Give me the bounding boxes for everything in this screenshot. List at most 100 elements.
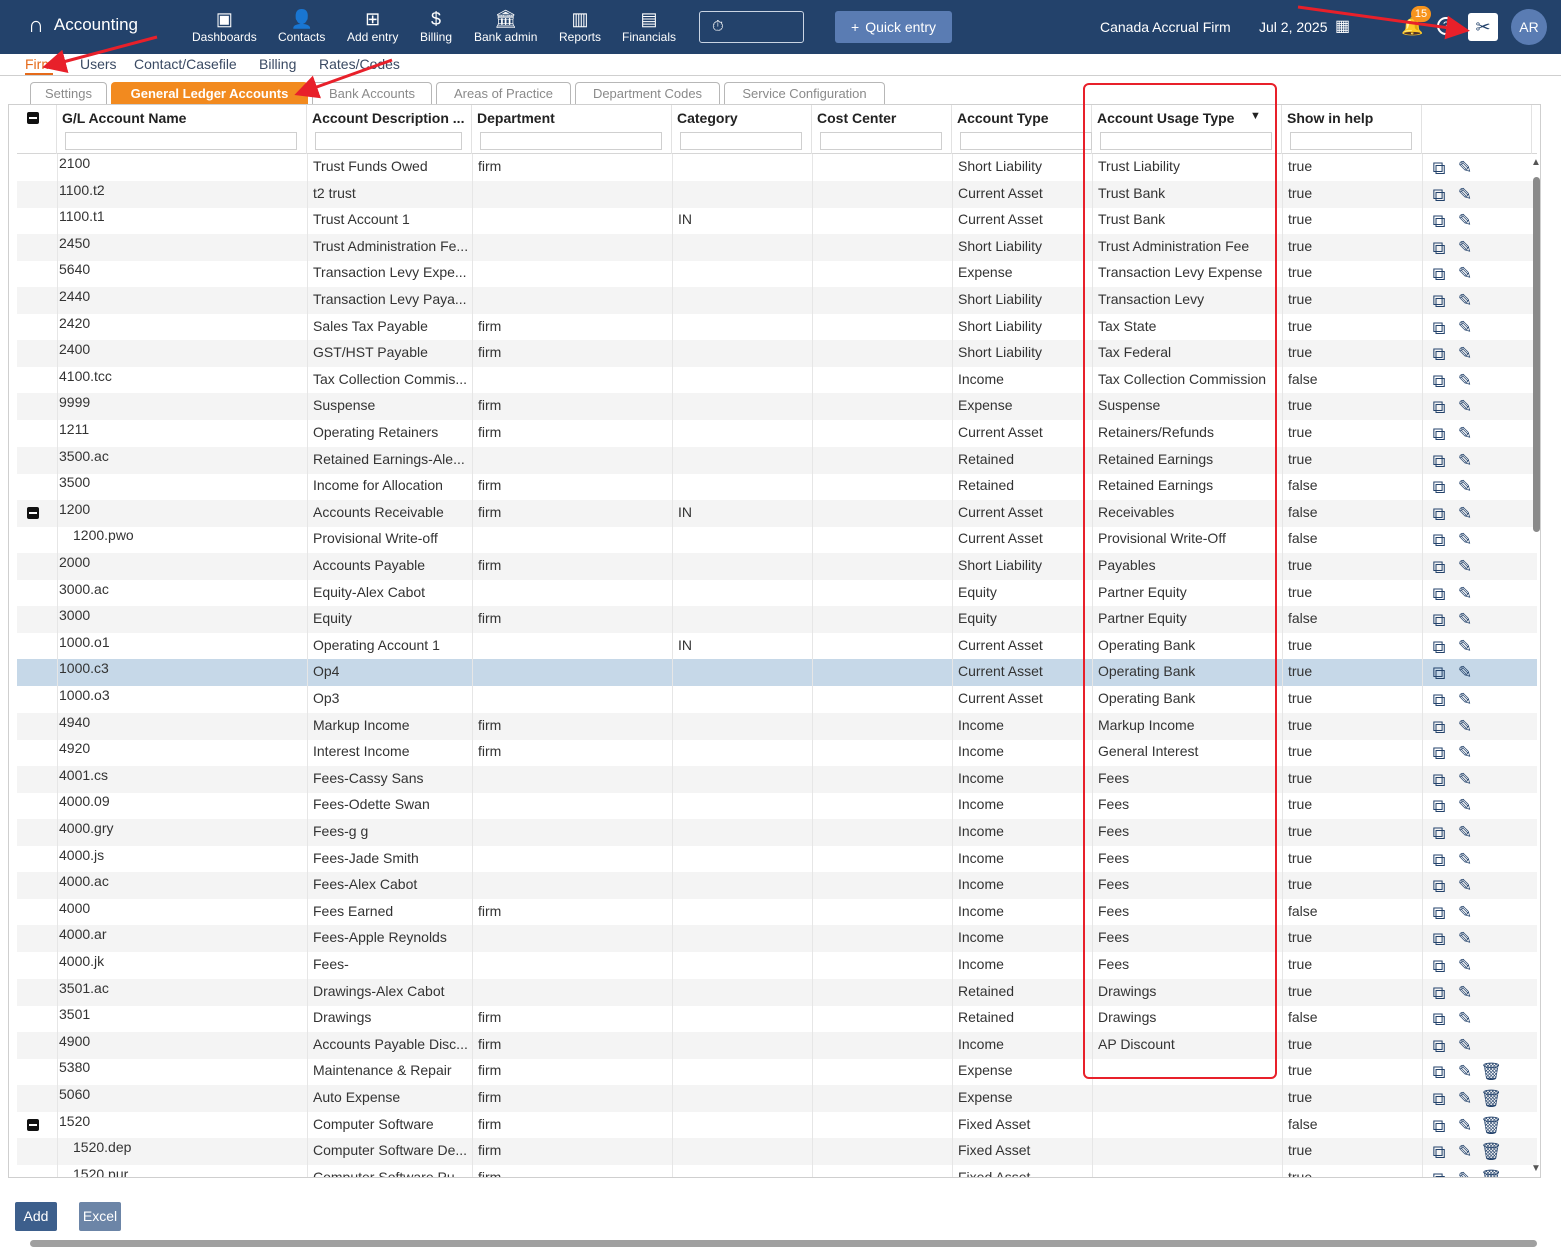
scroll-down-icon[interactable]: ▼ xyxy=(1531,1163,1541,1174)
duplicate-icon[interactable]: ⧉ xyxy=(1428,849,1450,871)
table-row[interactable]: 1520.dep Computer Software De... firm Fixed… xyxy=(17,1138,1537,1166)
col-account-usage-type[interactable]: Account Usage Type ▼ xyxy=(1092,105,1282,154)
table-row[interactable]: 4000.gry Fees-g g Income Fees true ⧉ ✎ xyxy=(17,819,1537,846)
delete-icon[interactable]: 🗑 xyxy=(1480,1088,1502,1110)
duplicate-icon[interactable]: ⧉ xyxy=(1428,237,1450,259)
duplicate-icon[interactable]: ⧉ xyxy=(1428,955,1450,977)
duplicate-icon[interactable]: ⧉ xyxy=(1428,343,1450,365)
duplicate-icon[interactable]: ⧉ xyxy=(1428,1035,1450,1057)
tab-service-configuration[interactable]: Service Configuration xyxy=(724,82,885,104)
filter-gl-account-name[interactable] xyxy=(65,132,297,150)
duplicate-icon[interactable]: ⧉ xyxy=(1428,875,1450,897)
table-row[interactable]: 1520.pur Computer Software Pu... firm Fixed… xyxy=(17,1164,1537,1177)
duplicate-icon[interactable]: ⧉ xyxy=(1428,184,1450,206)
duplicate-icon[interactable]: ⧉ xyxy=(1428,716,1450,738)
table-row[interactable]: 4900 Accounts Payable Disc... firm Income AP… xyxy=(17,1031,1537,1059)
table-row[interactable]: 2450 Trust Administration Fe... Short Liab… xyxy=(17,233,1537,261)
excel-button[interactable]: Excel xyxy=(79,1202,121,1231)
table-row[interactable]: 5380 Maintenance & Repair firm Expense true ⧉… xyxy=(17,1058,1537,1086)
tab-settings[interactable]: Settings xyxy=(30,82,107,104)
edit-icon[interactable]: ✎ xyxy=(1454,317,1476,339)
nav-financials[interactable]: ▤ Financials xyxy=(622,8,676,44)
edit-icon[interactable]: ✎ xyxy=(1454,1088,1476,1110)
tab-department-codes[interactable]: Department Codes xyxy=(575,82,720,104)
table-row[interactable]: 1000.c3 Op4 Current Asset Operating Bank tru… xyxy=(17,659,1537,687)
table-row[interactable]: 3501.ac Drawings-Alex Cabot Retained Drawin… xyxy=(17,978,1537,1006)
table-row[interactable]: 5060 Auto Expense firm Expense true ⧉ ✎ 🗑 xyxy=(17,1085,1537,1112)
table-row[interactable]: 9999 Suspense firm Expense Suspense true ⧉ ✎ xyxy=(17,393,1537,421)
col-gl-account-name[interactable]: G/L Account Name xyxy=(57,105,307,154)
duplicate-icon[interactable]: ⧉ xyxy=(1428,902,1450,924)
table-row[interactable]: 1100.t1 Trust Account 1 IN Current Asset Tru… xyxy=(17,207,1537,235)
table-row[interactable]: 4100.tcc Tax Collection Commis... Income Ta… xyxy=(17,366,1537,394)
duplicate-icon[interactable]: ⧉ xyxy=(1428,742,1450,764)
duplicate-icon[interactable]: ⧉ xyxy=(1428,263,1450,285)
current-date[interactable]: Jul 2, 2025 xyxy=(1259,19,1328,35)
collapse-all-icon[interactable] xyxy=(27,112,39,124)
table-row[interactable]: 2100 Trust Funds Owed firm Short Liability T… xyxy=(17,154,1537,181)
duplicate-icon[interactable]: ⧉ xyxy=(1428,210,1450,232)
table-row[interactable]: 4940 Markup Income firm Income Markup Income… xyxy=(17,712,1537,740)
duplicate-icon[interactable]: ⧉ xyxy=(1428,689,1450,711)
filter-cost-center[interactable] xyxy=(820,132,942,150)
add-button[interactable]: Add xyxy=(15,1202,57,1231)
edit-icon[interactable]: ✎ xyxy=(1454,1141,1476,1163)
nav-billing[interactable]: $ Billing xyxy=(420,8,452,44)
duplicate-icon[interactable]: ⧉ xyxy=(1428,609,1450,631)
duplicate-icon[interactable]: ⧉ xyxy=(1428,822,1450,844)
edit-icon[interactable]: ✎ xyxy=(1454,1035,1476,1057)
table-row[interactable]: 1000.o3 Op3 Current Asset Operating Bank tru… xyxy=(17,686,1537,713)
edit-icon[interactable]: ✎ xyxy=(1454,503,1476,525)
edit-icon[interactable]: ✎ xyxy=(1454,184,1476,206)
edit-icon[interactable]: ✎ xyxy=(1454,822,1476,844)
help-icon[interactable]: ? xyxy=(1437,17,1455,35)
table-row[interactable]: 3000.ac Equity-Alex Cabot Equity Partner Eq… xyxy=(17,579,1537,607)
edit-icon[interactable]: ✎ xyxy=(1454,1168,1476,1177)
nav-add-entry[interactable]: ⊞ Add entry xyxy=(347,8,398,44)
duplicate-icon[interactable]: ⧉ xyxy=(1428,370,1450,392)
nav-bank-admin[interactable]: 🏛 Bank admin xyxy=(474,8,537,44)
duplicate-icon[interactable]: ⧉ xyxy=(1428,1141,1450,1163)
subnav-contact-casefile[interactable]: Contact/Casefile xyxy=(134,56,237,72)
table-row[interactable]: 4000.jk Fees- Income Fees true ⧉ ✎ xyxy=(17,952,1537,979)
edit-icon[interactable]: ✎ xyxy=(1454,795,1476,817)
nav-dashboards[interactable]: ▣ Dashboards xyxy=(192,8,257,44)
table-row[interactable]: 1200 Accounts Receivable firm IN Current Ass… xyxy=(17,499,1537,527)
table-row[interactable]: 1000.o1 Operating Account 1 IN Current Asse… xyxy=(17,632,1537,660)
edit-icon[interactable]: ✎ xyxy=(1454,423,1476,445)
duplicate-icon[interactable]: ⧉ xyxy=(1428,317,1450,339)
edit-icon[interactable]: ✎ xyxy=(1454,157,1476,179)
edit-icon[interactable]: ✎ xyxy=(1454,237,1476,259)
delete-icon[interactable]: 🗑 xyxy=(1480,1141,1502,1163)
edit-icon[interactable]: ✎ xyxy=(1454,982,1476,1004)
duplicate-icon[interactable]: ⧉ xyxy=(1428,1088,1450,1110)
col-account-type[interactable]: Account Type xyxy=(952,105,1092,154)
duplicate-icon[interactable]: ⧉ xyxy=(1428,636,1450,658)
table-row[interactable]: 1520 Computer Software firm Fixed Asset fals… xyxy=(17,1111,1537,1139)
nav-reports[interactable]: ▥ Reports xyxy=(559,8,601,44)
calendar-icon[interactable]: ▦ xyxy=(1335,16,1350,36)
edit-icon[interactable]: ✎ xyxy=(1454,689,1476,711)
edit-icon[interactable]: ✎ xyxy=(1454,875,1476,897)
edit-icon[interactable]: ✎ xyxy=(1454,450,1476,472)
duplicate-icon[interactable]: ⧉ xyxy=(1428,476,1450,498)
duplicate-icon[interactable]: ⧉ xyxy=(1428,1061,1450,1083)
edit-icon[interactable]: ✎ xyxy=(1454,210,1476,232)
tab-areas-of-practice[interactable]: Areas of Practice xyxy=(436,82,571,104)
subnav-rates-codes[interactable]: Rates/Codes xyxy=(319,56,400,72)
scrollbar-thumb[interactable] xyxy=(30,1240,1537,1247)
horizontal-scrollbar[interactable] xyxy=(14,1238,1548,1248)
duplicate-icon[interactable]: ⧉ xyxy=(1428,157,1450,179)
edit-icon[interactable]: ✎ xyxy=(1454,529,1476,551)
edit-icon[interactable]: ✎ xyxy=(1454,583,1476,605)
table-row[interactable]: 4920 Interest Income firm Income General Int… xyxy=(17,739,1537,767)
delete-icon[interactable]: 🗑 xyxy=(1480,1115,1502,1137)
table-row[interactable]: 2420 Sales Tax Payable firm Short Liability… xyxy=(17,313,1537,341)
table-row[interactable]: 1200.pwo Provisional Write-off Current Ass… xyxy=(17,526,1537,554)
duplicate-icon[interactable]: ⧉ xyxy=(1428,583,1450,605)
duplicate-icon[interactable]: ⧉ xyxy=(1428,928,1450,950)
table-row[interactable]: 4000.ar Fees-Apple Reynolds Income Fees true… xyxy=(17,925,1537,953)
filter-account-description[interactable] xyxy=(315,132,462,150)
table-row[interactable]: 4000 Fees Earned firm Income Fees false ⧉ ✎ xyxy=(17,898,1537,926)
table-row[interactable]: 5640 Transaction Levy Expe... Expense Trans… xyxy=(17,260,1537,288)
